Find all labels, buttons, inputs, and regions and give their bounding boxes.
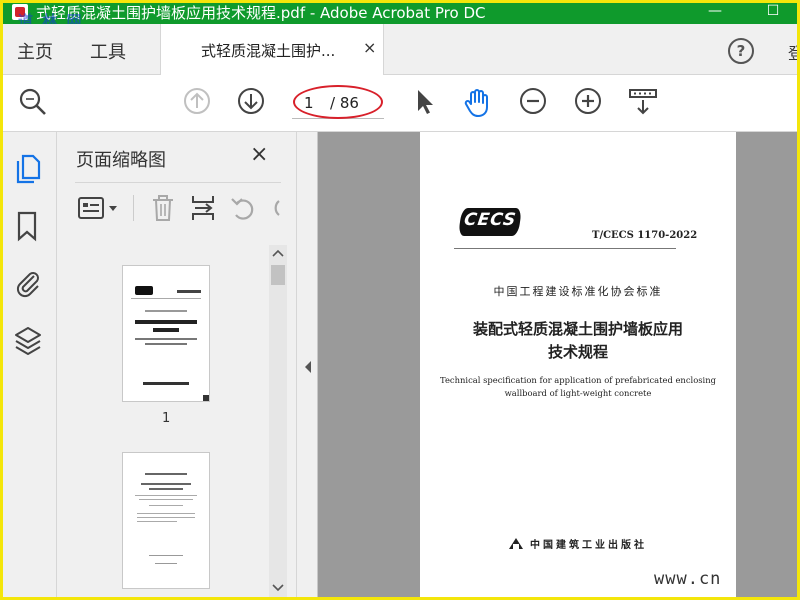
- screenshot-frame: [0, 0, 800, 600]
